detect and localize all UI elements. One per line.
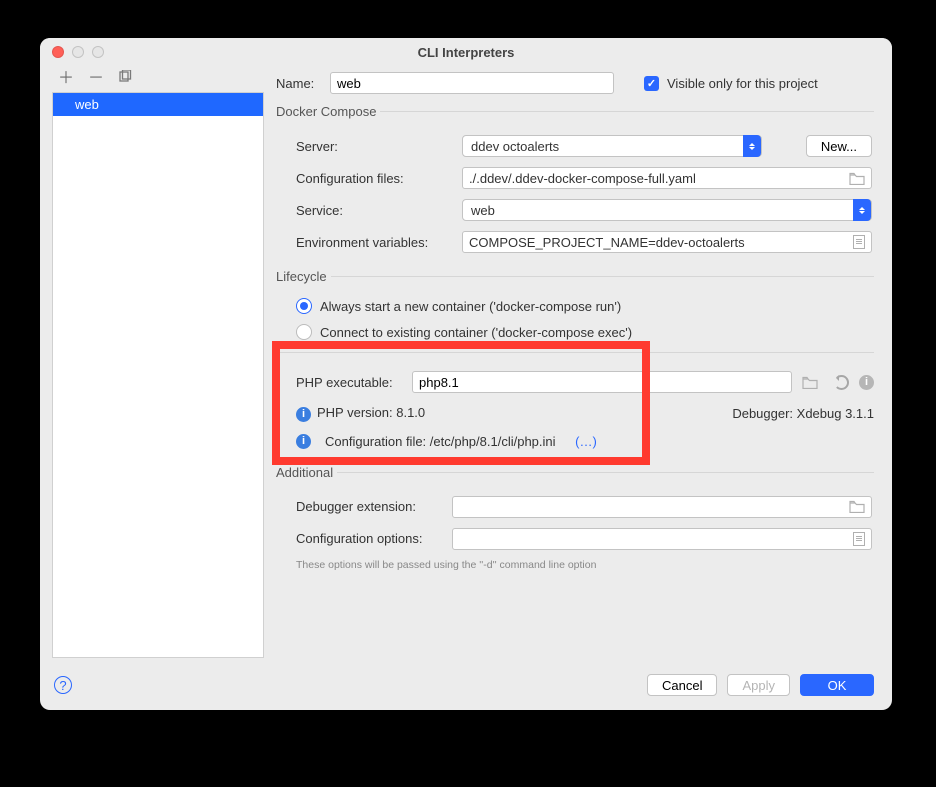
apply-button: Apply <box>727 674 790 696</box>
config-file-link[interactable]: (…) <box>575 434 597 449</box>
lifecycle-legend: Lifecycle <box>276 269 331 284</box>
list-item-label: web <box>75 97 99 112</box>
copy-interpreter-button[interactable] <box>118 70 132 88</box>
env-vars-field[interactable]: COMPOSE_PROJECT_NAME=ddev-octoalerts <box>462 231 872 253</box>
debugger-ext-field[interactable] <box>452 496 872 518</box>
info-icon[interactable]: i <box>859 375 874 390</box>
titlebar: CLI Interpreters <box>40 38 892 66</box>
config-opts-label: Configuration options: <box>296 531 446 546</box>
folder-icon[interactable] <box>802 376 818 389</box>
info-icon: i <box>296 434 311 449</box>
config-file-label: Configuration file: /etc/php/8.1/cli/php… <box>325 434 556 449</box>
php-exec-input[interactable] <box>412 371 792 393</box>
config-files-label: Configuration files: <box>296 171 456 186</box>
config-opts-note: These options will be passed using the '… <box>276 556 874 571</box>
lifecycle-option-run[interactable]: Always start a new container ('docker-co… <box>276 296 874 316</box>
debugger-label: Debugger: Xdebug 3.1.1 <box>732 406 874 421</box>
document-icon[interactable] <box>853 532 865 546</box>
name-input[interactable] <box>330 72 614 94</box>
info-icon: i <box>296 407 311 422</box>
general-group: PHP executable: i i PHP version: 8.1.0 De… <box>276 352 874 449</box>
service-label: Service: <box>296 203 456 218</box>
help-button[interactable]: ? <box>54 676 72 694</box>
add-interpreter-button[interactable]: ＋ <box>58 71 74 87</box>
visible-label: Visible only for this project <box>667 76 818 91</box>
server-select[interactable]: ddev octoalerts <box>462 135 762 157</box>
interpreter-list-item[interactable]: web <box>53 93 263 116</box>
php-exec-label: PHP executable: <box>296 375 402 390</box>
service-select[interactable]: web <box>462 199 872 221</box>
remove-interpreter-button[interactable]: － <box>88 71 104 87</box>
folder-icon[interactable] <box>849 500 865 513</box>
additional-group: Additional Debugger extension: Configura… <box>276 465 874 571</box>
radio-unchecked-icon <box>296 324 312 340</box>
config-files-field[interactable]: ./.ddev/.ddev-docker-compose-full.yaml <box>462 167 872 189</box>
docker-compose-legend: Docker Compose <box>276 104 380 119</box>
reload-icon[interactable] <box>834 375 849 390</box>
document-icon[interactable] <box>853 235 865 249</box>
ok-button[interactable]: OK <box>800 674 874 696</box>
server-label: Server: <box>296 139 456 154</box>
lifecycle-group: Lifecycle Always start a new container (… <box>276 269 874 342</box>
new-server-button[interactable]: New... <box>806 135 872 157</box>
cancel-button[interactable]: Cancel <box>647 674 717 696</box>
name-label: Name: <box>276 76 322 91</box>
dialog-window: CLI Interpreters ＋ － web Name: <box>40 38 892 710</box>
config-opts-field[interactable] <box>452 528 872 550</box>
interpreter-list[interactable]: web <box>52 92 264 658</box>
docker-compose-group: Docker Compose Server: ddev octoalerts N… <box>276 104 874 259</box>
visible-checkbox[interactable]: ✓ <box>644 76 659 91</box>
folder-icon[interactable] <box>849 172 865 185</box>
env-vars-label: Environment variables: <box>296 235 456 250</box>
radio-checked-icon <box>296 298 312 314</box>
additional-legend: Additional <box>276 465 337 480</box>
debugger-ext-label: Debugger extension: <box>296 499 446 514</box>
window-title: CLI Interpreters <box>40 45 892 60</box>
lifecycle-option-exec[interactable]: Connect to existing container ('docker-c… <box>276 322 874 342</box>
php-version-label: PHP version: 8.1.0 <box>317 405 425 420</box>
